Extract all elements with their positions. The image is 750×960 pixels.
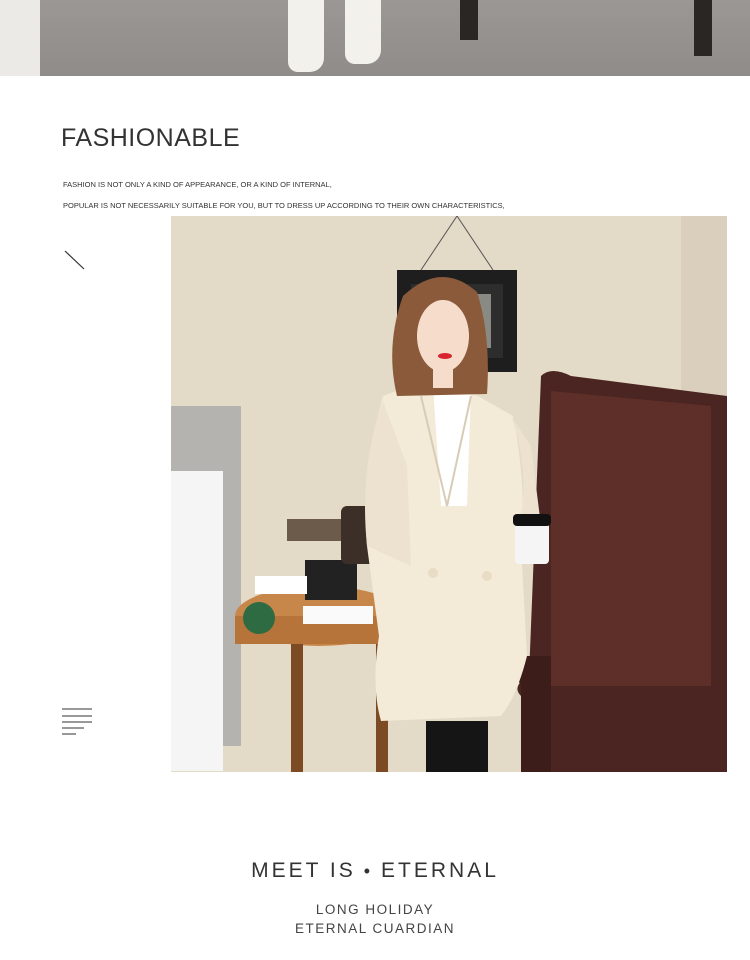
top-photo-chair-leg-right (694, 0, 712, 56)
subtitle-line-1: LONG HOLIDAY (315, 902, 435, 917)
product-photo-illustration (171, 216, 727, 772)
tagline-dot: • (363, 861, 374, 881)
top-photo-strip (0, 0, 750, 76)
subtitle-line-2: ETERNAL CUARDIAN (294, 921, 456, 936)
top-photo-boot-right (345, 0, 381, 64)
diagonal-line-icon (64, 250, 85, 270)
tagline: MEET IS • ETERNAL (0, 859, 750, 883)
top-photo-wall (0, 0, 40, 76)
tagline-left: MEET IS (251, 859, 356, 882)
description-line-1: FASHION IS NOT ONLY A KIND OF APPEARANCE… (63, 180, 332, 189)
page-title: FASHIONABLE (61, 124, 241, 152)
top-photo-boot-left (288, 0, 324, 72)
description-line-2: POPULAR IS NOT NECESSARILY SUITABLE FOR … (63, 201, 505, 210)
text-lines-icon (62, 708, 92, 735)
tagline-right: ETERNAL (381, 859, 499, 882)
top-photo-chair-leg-left (460, 0, 478, 40)
product-photo (171, 216, 727, 772)
